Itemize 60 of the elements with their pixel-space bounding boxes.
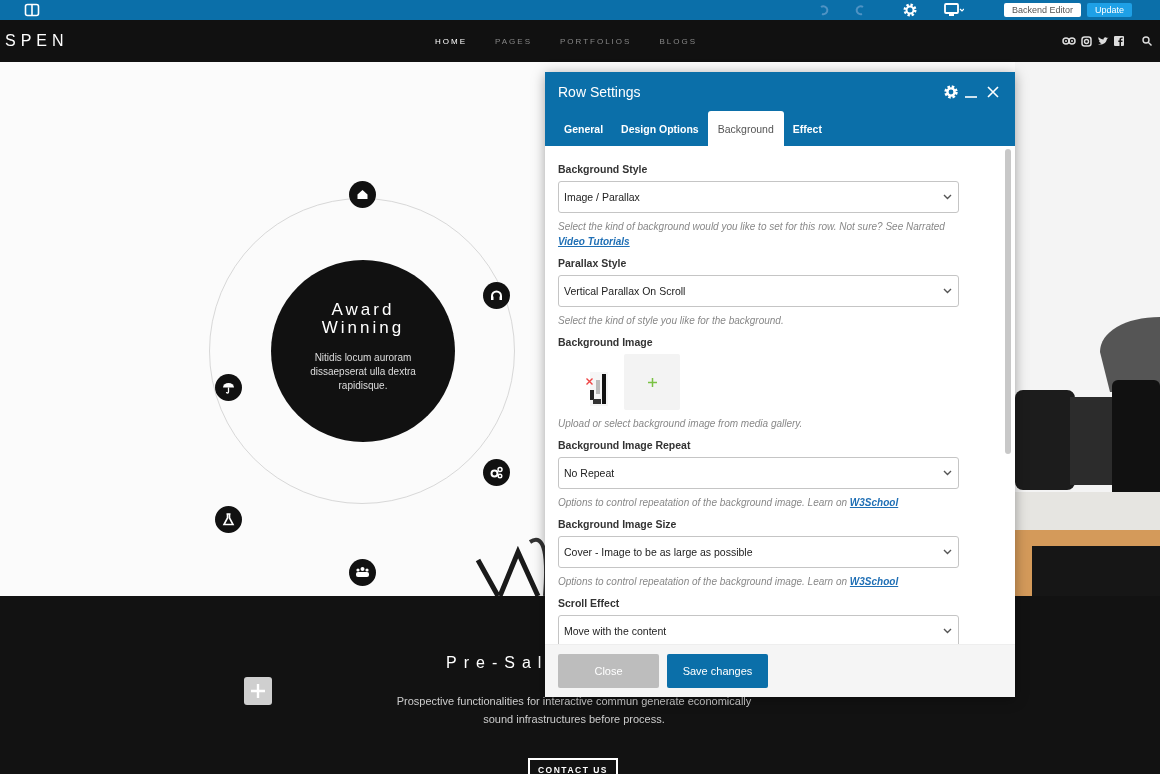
editor-button[interactable]: Backend Editor — [1003, 3, 1081, 17]
monitor-icon[interactable] — [943, 3, 964, 17]
help-text: Select the kind of style you like for the background. — [558, 314, 785, 328]
flask-icon[interactable] — [215, 506, 242, 533]
field-label: Background Image Size — [558, 518, 678, 530]
nav-link[interactable]: BLOGS — [659, 36, 697, 46]
settings-icon[interactable] — [943, 83, 959, 100]
chevron-down-icon — [943, 628, 952, 634]
select-field[interactable]: Vertical Parallax On Scroll — [558, 275, 959, 307]
field-label: Background Image — [558, 336, 654, 348]
owl-icon[interactable] — [1062, 36, 1076, 46]
help-link[interactable]: Video Tutorials — [558, 236, 630, 247]
headphones-icon[interactable] — [483, 282, 510, 309]
nav-link[interactable]: PAGES — [495, 36, 532, 46]
update-button[interactable]: Update — [1086, 3, 1132, 17]
feature-title: Award Winning — [320, 301, 406, 337]
field-label: Scroll Effect — [558, 597, 621, 609]
nav-link[interactable]: HOME — [435, 36, 467, 46]
contact-button[interactable]: CONTACT US — [527, 758, 619, 774]
chevron-down-icon — [943, 470, 952, 476]
scrollbar-thumb[interactable] — [1005, 149, 1011, 454]
plus-icon — [647, 377, 657, 387]
select-field[interactable]: Image / Parallax — [558, 181, 959, 213]
team-icon[interactable] — [349, 559, 376, 586]
field-label: Parallax Style — [558, 257, 628, 269]
field-label: Background Style — [558, 163, 649, 175]
section-title: Pre-Sal — [446, 654, 549, 672]
tab[interactable]: Design Options — [612, 111, 708, 146]
site-logo[interactable]: SPEN — [5, 32, 435, 50]
tab[interactable]: General — [555, 111, 613, 146]
help-text: Upload or select background image from media gallery. — [558, 417, 804, 431]
tab[interactable]: Background — [707, 111, 784, 146]
dialog-title: Row Settings — [558, 83, 642, 100]
nav-link[interactable]: PORTFOLIOS — [560, 36, 632, 46]
twitter-icon[interactable] — [1097, 36, 1109, 46]
chevron-down-icon — [943, 549, 952, 555]
help-text: Select the kind of background would you like to set for this row. Not sure? See Narrated Video Tutorials — [558, 220, 946, 249]
help-link[interactable]: W3School — [849, 576, 899, 587]
help-text: Options to control repeatation of the background image. Learn on W3School — [558, 575, 900, 589]
instagram-icon[interactable] — [1081, 35, 1092, 47]
field-label: Background Image Repeat — [558, 439, 692, 451]
chevron-down-icon — [943, 288, 952, 294]
select-field[interactable]: No Repeat — [558, 457, 959, 489]
umbrella-icon[interactable] — [215, 374, 242, 401]
help-link[interactable]: W3School — [849, 497, 899, 508]
search-icon[interactable] — [1142, 36, 1152, 46]
remove-icon[interactable] — [586, 378, 593, 385]
section-text: Prospective functionalities for interactive commun generate economically sound infrastructures before process. — [395, 694, 753, 727]
facebook-icon[interactable] — [1114, 36, 1124, 46]
help-text: Options to control repeatation of the background image. Learn on W3School — [558, 496, 900, 510]
feature-text: Nitidis locum auroram dissaepserat ulla dextra rapidisque. — [309, 351, 417, 393]
settings-icon[interactable] — [901, 2, 918, 18]
save-button[interactable]: Save changes — [667, 654, 768, 688]
layout-icon[interactable] — [24, 3, 40, 17]
close-icon[interactable] — [987, 85, 999, 98]
home-icon[interactable] — [349, 181, 376, 208]
chevron-down-icon — [943, 194, 952, 200]
select-field[interactable]: Cover - Image to be as large as possible — [558, 536, 959, 568]
tab[interactable]: Effect — [783, 111, 831, 146]
gears-icon[interactable] — [483, 459, 510, 486]
